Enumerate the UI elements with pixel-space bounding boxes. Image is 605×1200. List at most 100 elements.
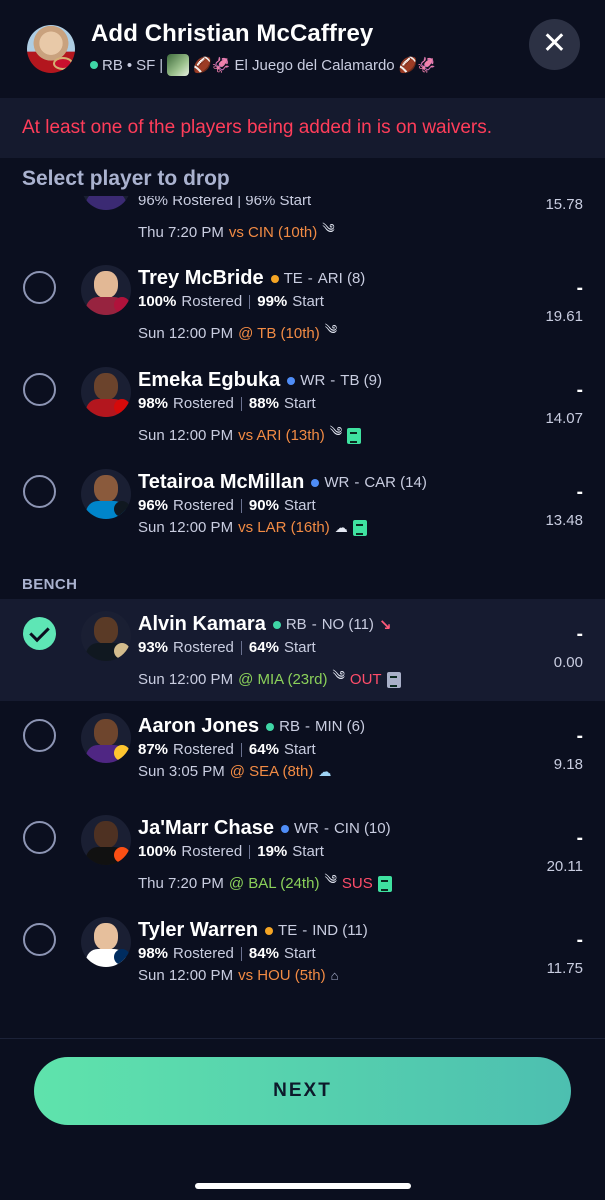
rostered-pct: 98% bbox=[138, 395, 169, 412]
opponent: vs HOU (5th) bbox=[238, 967, 326, 984]
player-stats: 87% Rostered 64% Start bbox=[138, 741, 316, 758]
jersey bbox=[86, 196, 126, 210]
position-dot-icon bbox=[311, 478, 320, 487]
player-row[interactable]: Tyler Warren TE - IND (11) 98% Rostered … bbox=[0, 905, 605, 1007]
start-pct: 88% bbox=[248, 395, 279, 412]
position: WR bbox=[293, 820, 319, 837]
player-row[interactable]: Trey McBride TE - ARI (8) 100% Rostered … bbox=[0, 238, 605, 342]
face bbox=[94, 923, 118, 950]
player-stats: 98% Rostered 88% Start bbox=[138, 395, 316, 412]
divider bbox=[249, 294, 251, 309]
face bbox=[94, 719, 118, 746]
bullet: • bbox=[126, 56, 133, 74]
face bbox=[94, 373, 118, 400]
drop-radio[interactable] bbox=[23, 821, 56, 854]
position: TE bbox=[283, 270, 303, 287]
rostered-pct: 100% bbox=[138, 843, 177, 860]
news-icon[interactable] bbox=[352, 519, 367, 536]
start-pct: 64% bbox=[248, 639, 279, 656]
injury-status: OUT bbox=[349, 671, 382, 688]
league-thumbnail-icon bbox=[167, 54, 190, 76]
player-game: Sun 12:00 PM vs HOU (5th) ⌂ bbox=[138, 967, 338, 984]
player-game: Sun 12:00 PM vs LAR (16th) ☁ bbox=[138, 519, 367, 536]
position-dot-icon bbox=[270, 274, 279, 283]
league-emoji-suffix: 🏈🦑 bbox=[398, 57, 436, 74]
divider bbox=[249, 844, 251, 859]
drop-radio[interactable] bbox=[23, 475, 56, 508]
team-logo-icon bbox=[114, 297, 130, 313]
bench-section-label: BENCH bbox=[22, 576, 78, 593]
projected-points: 14.07 bbox=[545, 410, 583, 427]
player-name: Aaron Jones bbox=[138, 715, 260, 737]
opponent: vs LAR (16th) bbox=[238, 519, 330, 536]
player-row-partial[interactable]: 96% Rostered | 96% Start Thu 7:20 PM vs … bbox=[0, 196, 605, 241]
drop-radio-checked[interactable] bbox=[23, 617, 56, 650]
position-dot-icon bbox=[280, 824, 289, 833]
waiver-warning-banner: At least one of the players being added … bbox=[0, 98, 605, 158]
player-row-selected[interactable]: Alvin Kamara RB - NO (11) ↘ 93% Rostered… bbox=[0, 599, 605, 701]
projection: - 13.48 bbox=[545, 482, 583, 529]
position: WR bbox=[324, 474, 350, 491]
drop-radio[interactable] bbox=[23, 719, 56, 752]
news-icon[interactable] bbox=[386, 671, 401, 688]
team-logo-icon bbox=[53, 57, 73, 70]
divider bbox=[240, 396, 242, 411]
game-time: Sun 12:00 PM bbox=[138, 967, 234, 984]
player-name-line: Aaron Jones RB - MIN (6) bbox=[138, 715, 365, 738]
player-stats: 98% Rostered 84% Start bbox=[138, 945, 316, 962]
position-dot-icon bbox=[90, 61, 98, 69]
drop-radio[interactable] bbox=[23, 271, 56, 304]
close-button[interactable]: ✕ bbox=[529, 19, 580, 70]
player-avatar bbox=[81, 917, 131, 967]
player-subline: RB • SF | 🏈🦑 El Juego del Calamardo 🏈🦑 bbox=[90, 54, 436, 76]
projected-points: 9.18 bbox=[553, 756, 583, 773]
player-name-line: Ja'Marr Chase WR - CIN (10) bbox=[138, 817, 391, 840]
projection: - 14.07 bbox=[545, 380, 583, 427]
waiver-warning-text: At least one of the players being added … bbox=[22, 117, 493, 138]
player-game: Sun 3:05 PM @ SEA (8th) ☁ bbox=[138, 763, 331, 780]
team: TB (9) bbox=[340, 372, 382, 389]
team: IND (11) bbox=[312, 922, 368, 939]
player-name-line: Alvin Kamara RB - NO (11) ↘ bbox=[138, 613, 392, 636]
news-icon[interactable] bbox=[377, 875, 392, 892]
start-pct: 99% bbox=[257, 293, 288, 310]
player-meta: RB - NO (11) ↘ bbox=[272, 616, 392, 634]
player-row[interactable]: Emeka Egbuka WR - TB (9) 98% Rostered 88… bbox=[0, 340, 605, 444]
league-name: El Juego del Calamardo bbox=[234, 56, 395, 74]
close-icon: ✕ bbox=[541, 27, 568, 60]
home-indicator[interactable] bbox=[195, 1183, 411, 1189]
position-dot-icon bbox=[287, 376, 296, 385]
rostered-pct: 100% bbox=[138, 293, 177, 310]
game-time: Sun 12:00 PM bbox=[138, 671, 234, 688]
divider bbox=[240, 946, 242, 961]
team-logo-icon bbox=[114, 501, 130, 517]
player-stats: 96% Rostered | 96% Start bbox=[138, 196, 311, 209]
divider bbox=[240, 498, 242, 513]
player-name: Tetairoa McMillan bbox=[138, 471, 305, 493]
opponent: @ MIA (23rd) bbox=[238, 671, 328, 688]
player-row[interactable]: Tetairoa McMillan WR - CAR (14) 96% Rost… bbox=[0, 442, 605, 544]
cloud-icon: ☁ bbox=[318, 763, 332, 779]
next-button[interactable]: NEXT bbox=[34, 1057, 571, 1125]
player-avatar bbox=[81, 265, 131, 315]
player-meta: WR - CAR (14) bbox=[311, 474, 427, 491]
header: Add Christian McCaffrey RB • SF | 🏈🦑 El … bbox=[0, 0, 605, 96]
position-label: RB bbox=[102, 56, 123, 74]
drop-radio[interactable] bbox=[23, 923, 56, 956]
player-row[interactable]: Ja'Marr Chase WR - CIN (10) 100% Rostere… bbox=[0, 803, 605, 905]
start-pct: 84% bbox=[248, 945, 279, 962]
drop-radio[interactable] bbox=[23, 373, 56, 406]
page-title: Add Christian McCaffrey bbox=[91, 20, 374, 47]
position: WR bbox=[300, 372, 326, 389]
player-row[interactable]: Aaron Jones RB - MIN (6) 87% Rostered 64… bbox=[0, 701, 605, 803]
game-time: Sun 3:05 PM bbox=[138, 763, 225, 780]
rostered-pct: 96% bbox=[138, 497, 169, 514]
position: RB bbox=[279, 718, 300, 735]
player-avatar bbox=[27, 25, 75, 73]
player-avatar bbox=[81, 367, 131, 417]
player-meta: TE - ARI (8) bbox=[270, 270, 365, 287]
trend-down-icon: ↘ bbox=[378, 616, 392, 634]
roster-list[interactable]: 96% Rostered | 96% Start Thu 7:20 PM vs … bbox=[0, 196, 605, 1038]
player-stats: 96% Rostered 90% Start bbox=[138, 497, 316, 514]
team: NO (11) bbox=[321, 616, 374, 633]
